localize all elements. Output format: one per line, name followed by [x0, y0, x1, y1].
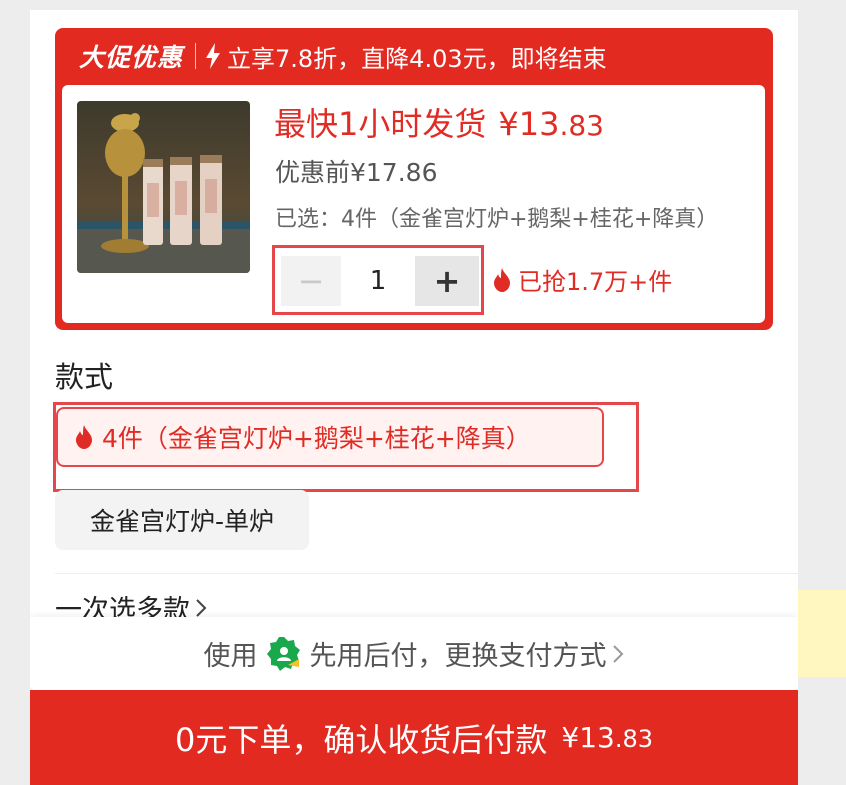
section-divider — [55, 573, 798, 574]
sold-count: 已抢1.7万+件 — [492, 262, 672, 297]
payment-method-text: 先用后付，更换支付方式 — [309, 641, 607, 672]
style-option-bundle[interactable]: 4件（金雀宫灯炉+鹅梨+桂花+降真） — [56, 407, 604, 467]
promo-header: 大促优惠 立享7.8折，直降4.03元，即将结束 — [55, 28, 773, 84]
style-option-single[interactable]: 金雀宫灯炉-单炉 — [55, 490, 309, 550]
quantity-stepper: − 1 + — [272, 245, 484, 315]
side-highlight-strip — [798, 590, 846, 677]
place-order-label: 0元下单，确认收货后付款 — [175, 720, 548, 759]
style-section-title: 款式 — [55, 360, 114, 394]
style-option-label: 金雀宫灯炉-单炉 — [89, 507, 275, 536]
quantity-decrease-button[interactable]: − — [281, 256, 341, 306]
amount-decimal: .83 — [614, 725, 653, 753]
product-summary: 最快1小时发货 ¥13.83 优惠前¥17.86 已选：4件（金雀宫灯炉+鹅梨+桂… — [62, 85, 765, 323]
original-price: 优惠前¥17.86 — [275, 158, 438, 187]
product-thumbnail — [77, 101, 250, 273]
style-option-label: 4件（金雀宫灯炉+鹅梨+桂花+降真） — [102, 424, 531, 453]
chevron-right-icon — [196, 598, 207, 617]
shipping-label: 最快1小时发货 — [274, 105, 487, 143]
amount-integer: ¥13 — [561, 721, 615, 754]
payment-prefix: 使用 — [203, 641, 258, 672]
price-line: 最快1小时发货 ¥13.83 — [274, 99, 604, 145]
promo-badge: 大促优惠 — [79, 43, 184, 72]
order-amount: ¥13.83 — [561, 721, 653, 754]
pay-later-icon — [266, 636, 300, 671]
fire-icon — [76, 425, 92, 449]
place-order-button[interactable]: 0元下单，确认收货后付款 ¥13.83 — [30, 690, 798, 785]
selected-variant-text: 已选：4件（金雀宫灯炉+鹅梨+桂花+降真） — [275, 207, 719, 232]
sku-selector-panel: 大促优惠 立享7.8折，直降4.03元，即将结束 最快1小时发货 ¥13.83 … — [30, 10, 798, 785]
sold-count-text: 已抢1.7万+件 — [518, 268, 673, 296]
promo-card: 大促优惠 立享7.8折，直降4.03元，即将结束 最快1小时发货 ¥13.83 … — [55, 28, 773, 330]
quantity-increase-button[interactable]: + — [415, 256, 479, 306]
promo-discount-text: 立享7.8折，直降4.03元，即将结束 — [227, 44, 607, 73]
price-decimal: .83 — [559, 109, 604, 142]
chevron-right-icon — [612, 644, 623, 663]
payment-method-bar[interactable]: 使用 先用后付，更换支付方式 — [30, 617, 798, 690]
quantity-value[interactable]: 1 — [341, 256, 415, 306]
current-price: ¥13.83 — [498, 105, 604, 143]
fire-icon — [494, 267, 510, 292]
price-integer: ¥13 — [498, 105, 560, 143]
lightning-icon — [206, 43, 221, 69]
promo-divider — [195, 43, 197, 69]
